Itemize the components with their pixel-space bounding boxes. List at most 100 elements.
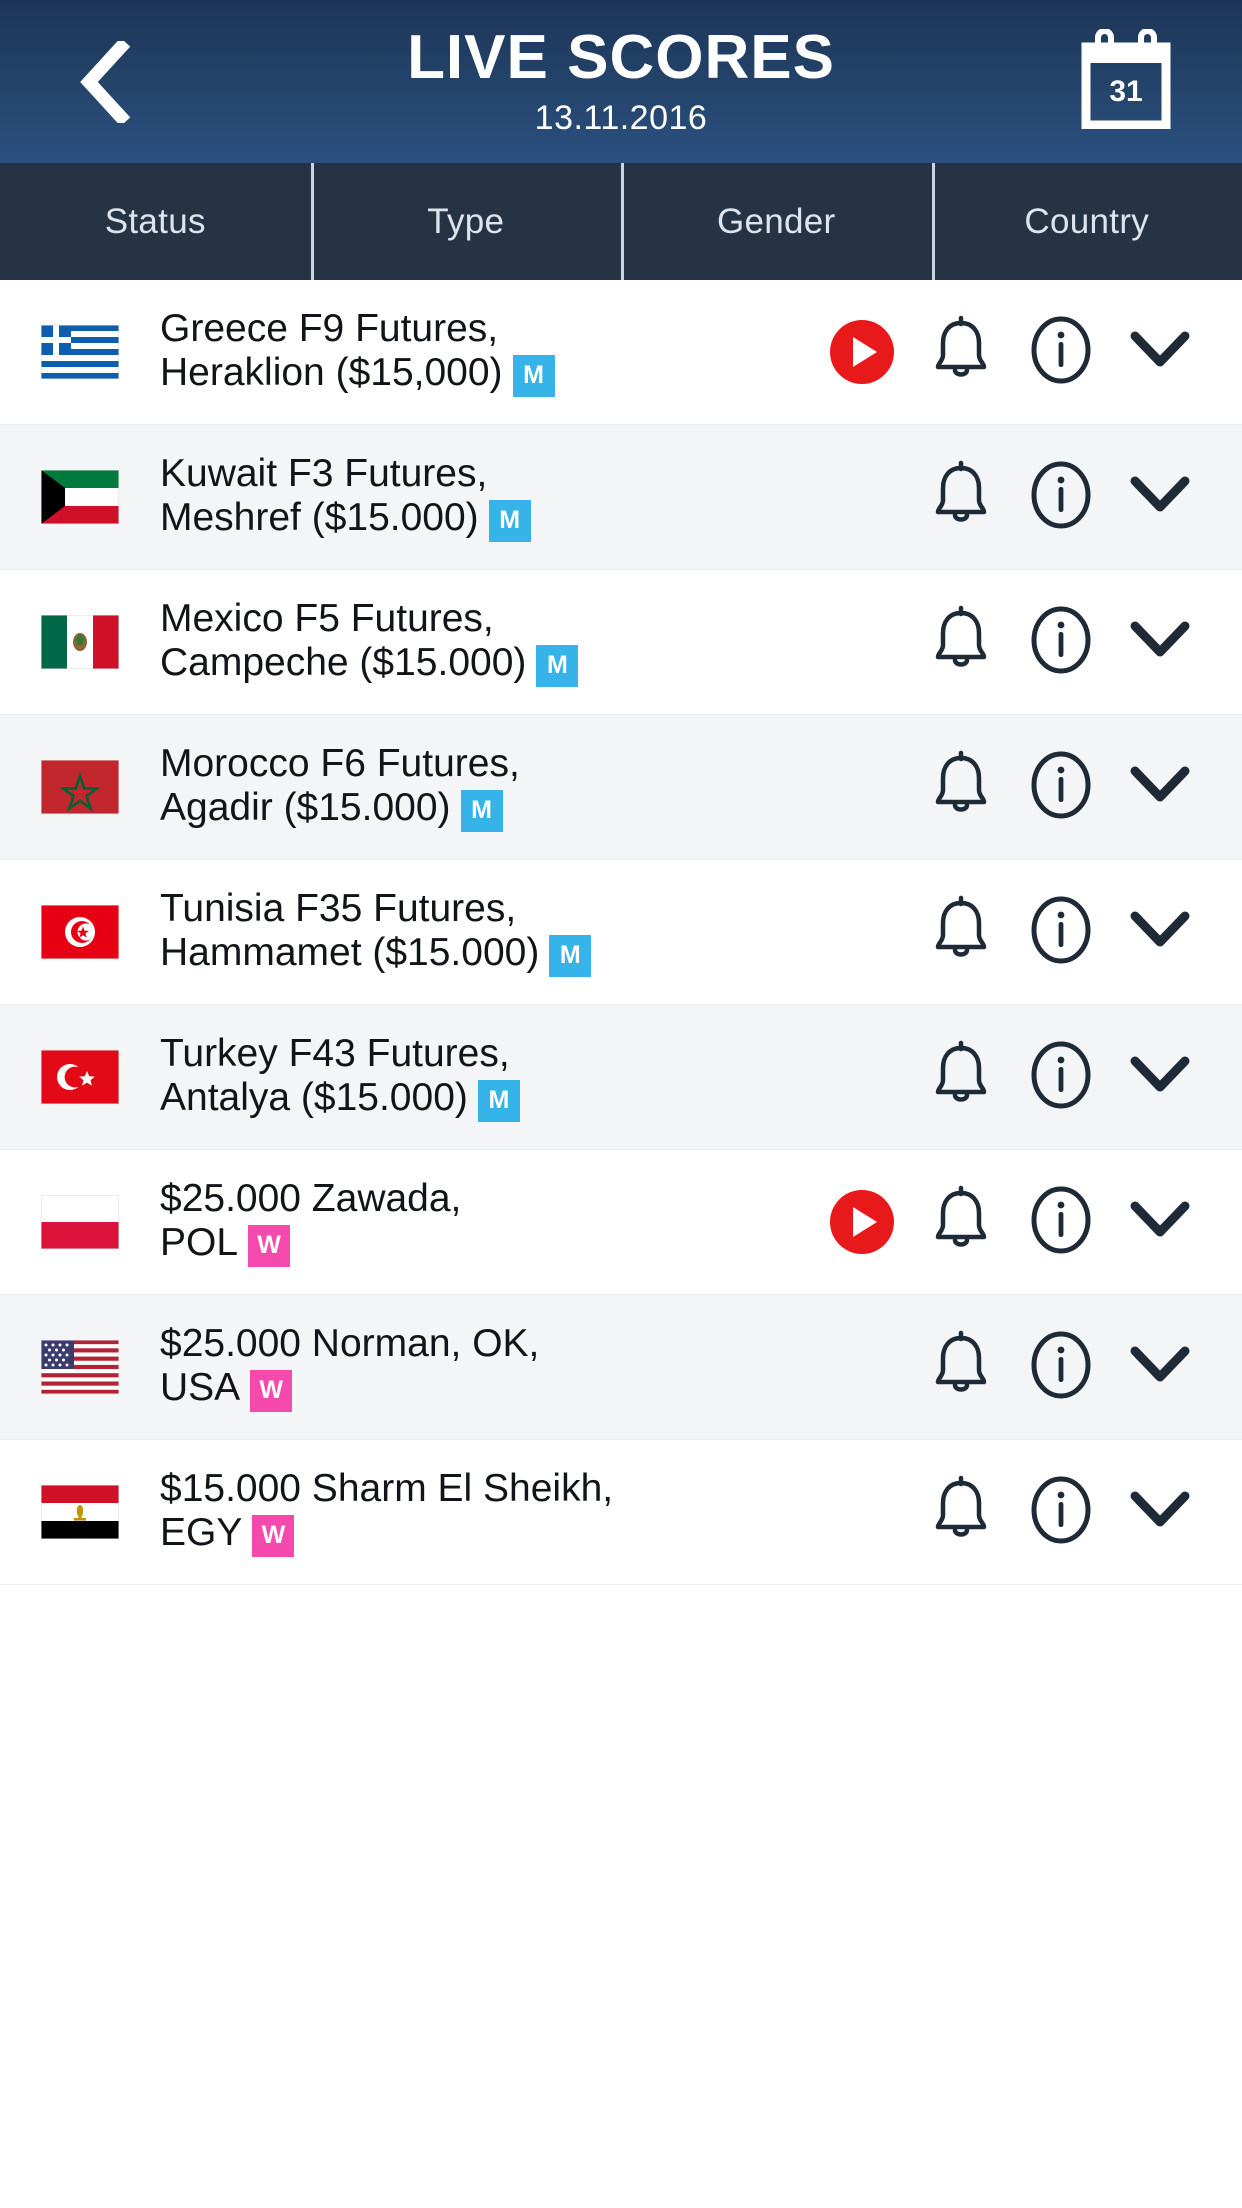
notification-button[interactable] xyxy=(912,1475,1012,1550)
expand-button[interactable] xyxy=(1111,765,1211,810)
play-icon xyxy=(829,1190,894,1254)
chevron-down-icon xyxy=(1129,1055,1191,1100)
expand-button[interactable] xyxy=(1111,1055,1211,1100)
info-circle-icon xyxy=(1028,1329,1094,1406)
tournament-name: Greece F9 Futures, Heraklion ($15,000) M xyxy=(160,307,812,397)
bell-icon xyxy=(930,315,992,390)
notification-button[interactable] xyxy=(912,460,1012,535)
gender-badge: M xyxy=(536,644,579,687)
flag-cell xyxy=(0,1195,160,1249)
tournament-name-line1: $25.000 Zawada, xyxy=(160,1177,462,1221)
info-circle-icon xyxy=(1028,604,1094,681)
flag-cell xyxy=(0,1340,160,1394)
notification-button[interactable] xyxy=(912,750,1012,825)
gender-badge: M xyxy=(512,354,555,397)
tournament-location: Hammamet ($15.000) xyxy=(160,930,540,974)
expand-button[interactable] xyxy=(1111,1200,1211,1245)
info-button[interactable] xyxy=(1011,749,1111,826)
filter-tab-country[interactable]: Country xyxy=(931,163,1242,280)
row-actions xyxy=(812,1329,1242,1406)
chevron-down-icon xyxy=(1129,765,1191,810)
flag-cell xyxy=(0,1485,160,1539)
header-date: 13.11.2016 xyxy=(534,98,708,137)
tournament-name-line2: Hammamet ($15.000) M xyxy=(160,931,802,977)
expand-button[interactable] xyxy=(1111,620,1211,665)
filter-tab-label: Status xyxy=(104,201,206,241)
flag-cell xyxy=(0,325,160,379)
tournament-name-line1: Tunisia F35 Futures, xyxy=(160,887,517,931)
chevron-down-icon xyxy=(1129,1490,1191,1535)
gender-badge: W xyxy=(252,1514,295,1557)
notification-button[interactable] xyxy=(912,1185,1012,1260)
chevron-down-icon xyxy=(1129,330,1191,375)
filter-tab-gender[interactable]: Gender xyxy=(621,163,932,280)
expand-button[interactable] xyxy=(1111,910,1211,955)
tournament-row[interactable]: $25.000 Zawada, POL W xyxy=(0,1150,1242,1295)
info-button[interactable] xyxy=(1011,314,1111,391)
play-button[interactable] xyxy=(812,320,912,384)
tournament-row[interactable]: Greece F9 Futures, Heraklion ($15,000) M xyxy=(0,280,1242,425)
notification-button[interactable] xyxy=(912,895,1012,970)
info-button[interactable] xyxy=(1011,894,1111,971)
filter-tab-status[interactable]: Status xyxy=(0,163,311,280)
tournament-name-line2: Antalya ($15.000) M xyxy=(160,1076,802,1122)
info-button[interactable] xyxy=(1011,604,1111,681)
tournament-row[interactable]: Tunisia F35 Futures, Hammamet ($15.000) M xyxy=(0,860,1242,1005)
bell-icon xyxy=(930,1475,992,1550)
tournament-name: Mexico F5 Futures, Campeche ($15.000) M xyxy=(160,597,812,687)
tournament-name-line2: Campeche ($15.000) M xyxy=(160,641,802,687)
bell-icon xyxy=(930,895,992,970)
filter-tab-type[interactable]: Type xyxy=(310,163,622,280)
filter-tab-label: Country xyxy=(1024,201,1150,241)
chevron-down-icon xyxy=(1129,620,1191,665)
flag-cell xyxy=(0,470,160,524)
calendar-day-number: 31 xyxy=(1109,75,1142,108)
notification-button[interactable] xyxy=(912,1330,1012,1405)
info-circle-icon xyxy=(1028,459,1094,536)
info-button[interactable] xyxy=(1011,1474,1111,1551)
calendar-icon: 31 xyxy=(1078,28,1174,134)
expand-button[interactable] xyxy=(1111,475,1211,520)
tournament-name: Morocco F6 Futures, Agadir ($15.000) M xyxy=(160,742,812,832)
tournament-name: Tunisia F35 Futures, Hammamet ($15.000) M xyxy=(160,887,812,977)
expand-button[interactable] xyxy=(1111,330,1211,375)
mexico-flag xyxy=(41,615,119,669)
row-actions xyxy=(812,604,1242,681)
tournament-row[interactable]: Kuwait F3 Futures, Meshref ($15.000) M xyxy=(0,425,1242,570)
info-button[interactable] xyxy=(1011,1039,1111,1116)
tournament-name-line2: EGY W xyxy=(160,1511,802,1557)
info-button[interactable] xyxy=(1011,1329,1111,1406)
kuwait-flag xyxy=(41,470,119,524)
play-button[interactable] xyxy=(812,1190,912,1254)
notification-button[interactable] xyxy=(912,1040,1012,1115)
bell-icon xyxy=(930,460,992,535)
expand-button[interactable] xyxy=(1111,1345,1211,1390)
info-circle-icon xyxy=(1028,1474,1094,1551)
tournament-row[interactable]: $25.000 Norman, OK, USA W xyxy=(0,1295,1242,1440)
tournament-row[interactable]: $15.000 Sharm El Sheikh, EGY W xyxy=(0,1440,1242,1585)
usa-flag xyxy=(41,1340,119,1394)
gender-badge: M xyxy=(460,789,503,832)
expand-button[interactable] xyxy=(1111,1490,1211,1535)
notification-button[interactable] xyxy=(912,605,1012,680)
filter-tabbar: Status Type Gender Country xyxy=(0,163,1242,280)
notification-button[interactable] xyxy=(912,315,1012,390)
tournament-name-line2: Meshref ($15.000) M xyxy=(160,496,802,542)
filter-tab-label: Type xyxy=(427,201,505,241)
row-actions xyxy=(812,1474,1242,1551)
bell-icon xyxy=(930,750,992,825)
tunisia-flag xyxy=(41,905,119,959)
calendar-button[interactable]: 31 xyxy=(1072,28,1180,136)
info-button[interactable] xyxy=(1011,1184,1111,1261)
tournament-row[interactable]: Turkey F43 Futures, Antalya ($15.000) M xyxy=(0,1005,1242,1150)
back-button[interactable] xyxy=(70,40,140,124)
tournament-row[interactable]: Morocco F6 Futures, Agadir ($15.000) M xyxy=(0,715,1242,860)
tournament-location: POL xyxy=(160,1220,239,1264)
tournament-row[interactable]: Mexico F5 Futures, Campeche ($15.000) M xyxy=(0,570,1242,715)
tournament-location: Heraklion ($15,000) xyxy=(160,350,503,394)
morocco-flag xyxy=(41,760,119,814)
tournament-name: $25.000 Norman, OK, USA W xyxy=(160,1322,812,1412)
bell-icon xyxy=(930,1330,992,1405)
tournament-list: Greece F9 Futures, Heraklion ($15,000) M K… xyxy=(0,280,1242,1585)
info-button[interactable] xyxy=(1011,459,1111,536)
